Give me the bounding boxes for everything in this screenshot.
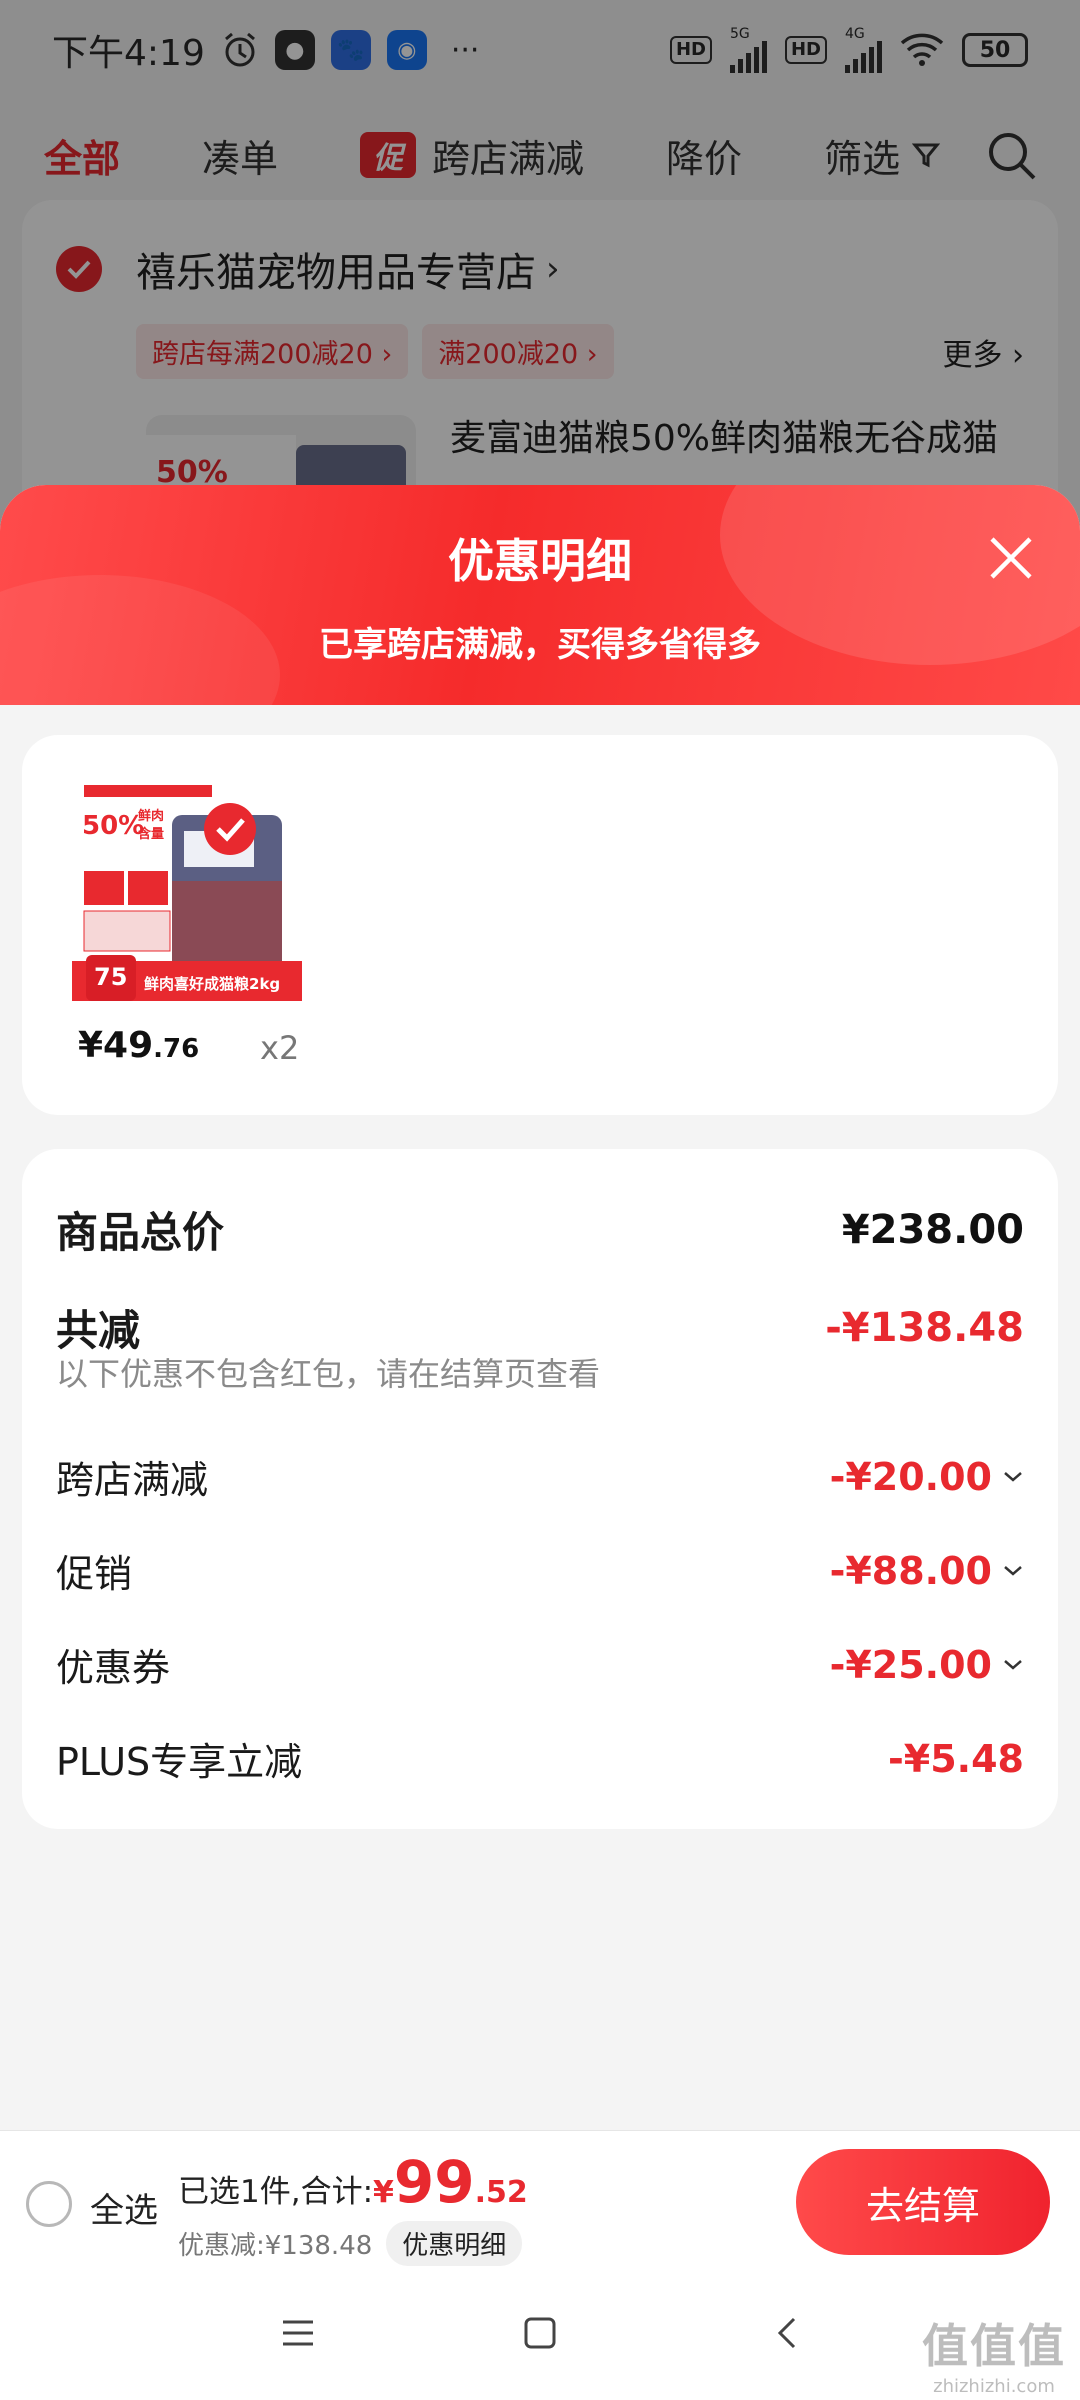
sheet-header: 优惠明细 已享跨店满减，买得多省得多: [0, 485, 1080, 705]
chevron-down-icon: [1004, 1565, 1022, 1576]
sheet-subtitle: 已享跨店满减，买得多省得多: [319, 625, 761, 665]
discount-note: 以下优惠不包含红包，请在结算页查看: [56, 1355, 601, 1393]
total-price-value: ¥238.00: [841, 1206, 1024, 1253]
home-icon[interactable]: [522, 2315, 558, 2351]
unit-price: ¥49.76: [78, 1025, 200, 1066]
discount-row-coupon[interactable]: 优惠券 -¥25.00: [56, 1637, 1024, 1692]
checkout-button[interactable]: 去结算: [796, 2149, 1050, 2255]
select-all-label[interactable]: 全选: [90, 2183, 158, 2232]
checkout-total: 99: [393, 2148, 475, 2216]
chevron-down-icon: [1004, 1659, 1022, 1670]
watermark: 值值值 zhizhizhi.com: [922, 2319, 1066, 2397]
back-icon[interactable]: [770, 2315, 806, 2351]
discount-detail-sheet: 优惠明细 已享跨店满减，买得多省得多 50% 鲜肉 含量 75 鲜肉喜好成猫粮2…: [0, 485, 1080, 2270]
select-all-checkbox[interactable]: [26, 2181, 72, 2227]
discount-detail-button[interactable]: 优惠明细: [386, 2221, 523, 2266]
close-icon[interactable]: [986, 533, 1036, 583]
checkout-summary: 已选1件,合计: ¥ 99 .52: [178, 2148, 528, 2216]
discount-breakdown: 商品总价 ¥238.00 共减 -¥138.48 以下优惠不包含红包，请在结算页…: [22, 1149, 1058, 1829]
sheet-title: 优惠明细: [448, 534, 632, 588]
chevron-down-icon: [1004, 1471, 1022, 1482]
discount-row-plus: PLUS专享立减 -¥5.48: [56, 1736, 1024, 1785]
discount-summary: 优惠减:¥138.48 优惠明细: [178, 2221, 523, 2266]
discount-row-promotion[interactable]: 促销 -¥88.00: [56, 1543, 1024, 1598]
total-price-row: 商品总价 ¥238.00: [56, 1206, 1024, 1258]
total-reduction-value: -¥138.48: [825, 1304, 1024, 1351]
checkout-bar: 全选 已选1件,合计: ¥ 99 .52 优惠减:¥138.48 优惠明细 去结…: [0, 2130, 1080, 2270]
menu-icon[interactable]: [280, 2315, 316, 2351]
discount-row-cross-store[interactable]: 跨店满减 -¥20.00: [56, 1449, 1024, 1504]
system-navigation-bar: [0, 2270, 1080, 2400]
quantity: x2: [260, 1029, 300, 1067]
product-thumbnail: 50% 鲜肉 含量 75 鲜肉喜好成猫粮2kg: [72, 771, 302, 1001]
sheet-product-card: 50% 鲜肉 含量 75 鲜肉喜好成猫粮2kg ¥49.76 x2: [22, 735, 1058, 1115]
